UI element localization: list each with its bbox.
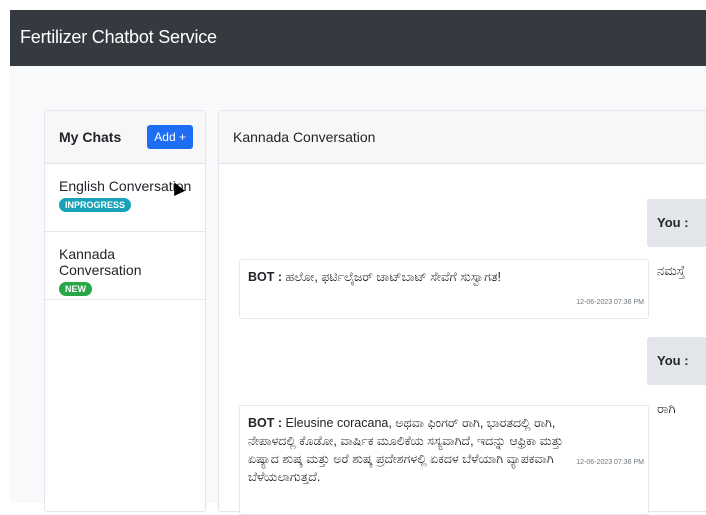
message-text: ನಮಸ್ತೆ: [657, 263, 686, 278]
app-title[interactable]: Fertilizer Chatbot Service: [20, 27, 217, 48]
status-badge: NEW: [59, 282, 92, 296]
bot-message: BOT : Eleusine coracana, ಅಥವಾ ಫಿಂಗರ್ ರಾಗ…: [239, 405, 649, 515]
user-message: You : ನಮಸ್ತೆ: [647, 199, 706, 278]
message-sender: You :: [657, 353, 689, 368]
user-message: You : ರಾಗಿ: [647, 337, 706, 416]
message-text: ರಾಗಿ: [657, 401, 676, 416]
message-timestamp: 12-06-2023 07:36 PM: [576, 459, 644, 466]
message-sender: BOT :: [248, 270, 283, 284]
bot-message: BOT : ಹಲೋ, ಫರ್ಟಿಲೈಜರ್ ಚಾಟ್‌ಬಾಟ್ ಸೇವೆಗೆ ಸ…: [239, 259, 649, 319]
status-badge: INPROGRESS: [59, 198, 132, 212]
conversation-panel: Kannada Conversation You : ನಮಸ್ತೆ BOT : …: [218, 110, 706, 515]
chat-name: Kannada Conversation: [59, 246, 142, 278]
chats-header: My Chats Add +: [45, 111, 205, 164]
message-timestamp: 12-06-2023 07:36 PM: [576, 299, 644, 306]
chat-item-english[interactable]: English Conversation INPROGRESS: [45, 164, 205, 232]
conversation-title: Kannada Conversation: [233, 129, 376, 145]
add-chat-button[interactable]: Add +: [147, 125, 193, 149]
message-sender: You :: [657, 215, 689, 230]
chat-item-kannada[interactable]: Kannada Conversation NEW: [45, 232, 205, 300]
message-sender: BOT :: [248, 416, 283, 430]
main-content: My Chats Add + English Conversation INPR…: [10, 66, 706, 515]
conversation-header: Kannada Conversation: [219, 111, 706, 164]
message-text: ಹಲೋ, ಫರ್ಟಿಲೈಜರ್ ಚಾಟ್‌ಬಾಟ್ ಸೇವೆಗೆ ಸುಸ್ವಾಗ…: [285, 270, 501, 284]
chats-panel: My Chats Add + English Conversation INPR…: [44, 110, 206, 512]
chats-title: My Chats: [59, 129, 122, 145]
navbar: Fertilizer Chatbot Service: [10, 10, 706, 66]
message-text: Eleusine coracana, ಅಥವಾ ಫಿಂಗರ್ ರಾಗಿ, ಭಾರ…: [248, 416, 564, 484]
